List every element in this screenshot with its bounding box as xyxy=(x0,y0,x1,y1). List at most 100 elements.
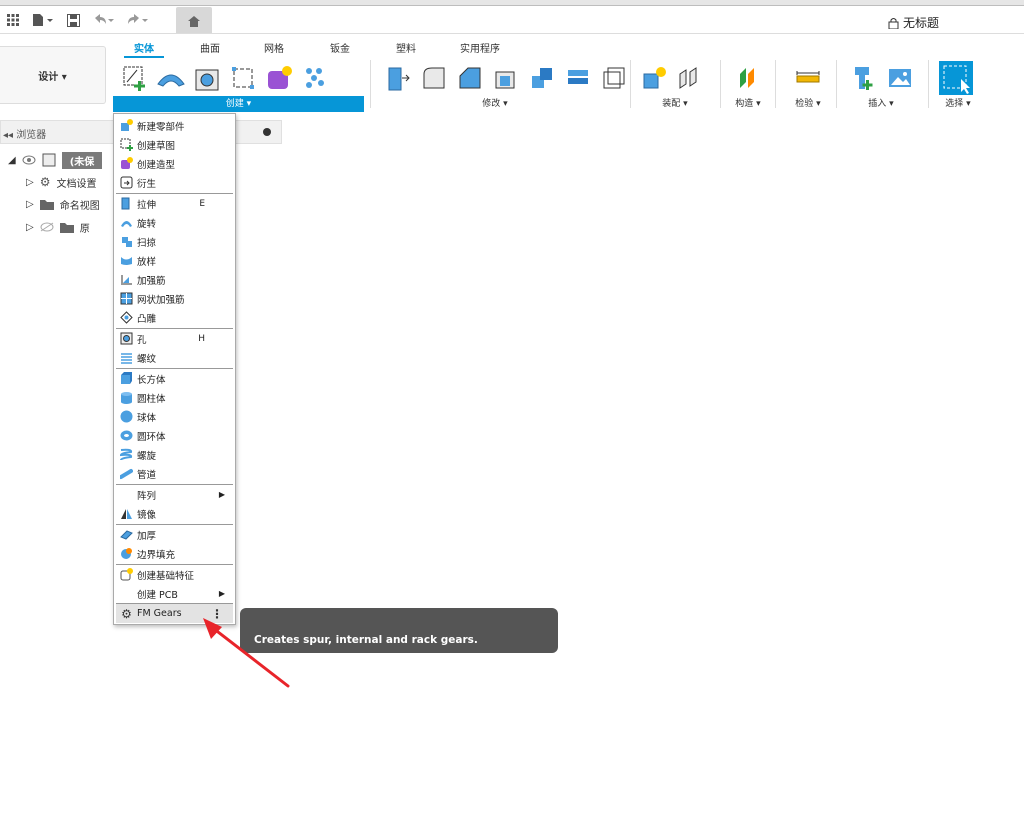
menu-item-cylinder[interactable]: 圆柱体 xyxy=(116,388,233,407)
ribbon-divider xyxy=(836,60,837,108)
press-pull-icon[interactable] xyxy=(380,61,416,95)
menu-item-rib[interactable]: 加强筋 xyxy=(116,270,233,289)
sketch-rectangle-icon[interactable] xyxy=(225,61,261,95)
menu-item-boundary-fill[interactable]: 边界填充 xyxy=(116,544,233,563)
folder-icon xyxy=(59,222,74,233)
menu-item-pattern[interactable]: 阵列 ▶ xyxy=(116,485,233,504)
combine-icon[interactable] xyxy=(524,61,560,95)
menu-item-label: 螺旋 xyxy=(137,450,157,462)
menu-item-coil[interactable]: 螺旋 xyxy=(116,445,233,464)
revolve-tool-icon[interactable] xyxy=(153,61,189,95)
ribbon-divider xyxy=(630,60,631,108)
menu-item-create-form[interactable]: 创建造型 xyxy=(116,154,233,173)
menu-item-thicken[interactable]: 加厚 xyxy=(116,525,233,544)
measure-icon[interactable] xyxy=(790,61,826,95)
menu-item-emboss[interactable]: 凸雕 xyxy=(116,308,233,327)
tab-sheet-metal[interactable]: 钣金 xyxy=(330,40,350,55)
app-grid-icon[interactable] xyxy=(3,10,23,30)
tab-surface[interactable]: 曲面 xyxy=(200,40,220,55)
offset-face-icon[interactable] xyxy=(560,61,596,95)
menu-item-extrude[interactable]: 拉伸 E xyxy=(116,194,233,213)
menu-item-label: 创建 PCB xyxy=(137,589,178,601)
expand-triangle-icon[interactable]: ▷ xyxy=(26,199,34,210)
chamfer-icon[interactable] xyxy=(452,61,488,95)
menu-item-label: 圆柱体 xyxy=(137,393,166,405)
expand-triangle-icon[interactable]: ▷ xyxy=(26,222,34,233)
create-sketch-icon[interactable] xyxy=(117,61,153,95)
modify-dropdown-button[interactable]: 修改 ▾ xyxy=(470,96,520,109)
insert-image-icon[interactable] xyxy=(882,61,918,95)
joint-icon[interactable] xyxy=(672,61,708,95)
menu-item-sphere[interactable]: 球体 xyxy=(116,407,233,426)
menu-item-label: 阵列 xyxy=(137,490,157,502)
menu-item-thread[interactable]: 螺纹 xyxy=(116,348,233,367)
tab-plastic[interactable]: 塑料 xyxy=(396,40,416,55)
browser-pin-icon[interactable] xyxy=(263,128,271,136)
fillet-icon[interactable] xyxy=(416,61,452,95)
file-menu-icon[interactable] xyxy=(29,10,57,30)
scale-icon[interactable] xyxy=(596,61,632,95)
lock-icon xyxy=(888,17,899,29)
browser-root-node[interactable]: ◢ (未保 xyxy=(8,150,103,170)
browser-item-named-views[interactable]: ▷ 命名视图 xyxy=(26,194,100,214)
menu-item-sweep[interactable]: 扫掠 xyxy=(116,232,233,251)
hole-icon xyxy=(119,331,134,346)
submenu-arrow-icon: ▶ xyxy=(218,589,225,598)
tab-solid[interactable]: 实体 xyxy=(124,40,164,58)
inspect-dropdown-button[interactable]: 检验 ▾ xyxy=(786,96,830,109)
browser-title: ◂◂ 浏览器 xyxy=(3,130,47,141)
hole-tool-icon[interactable] xyxy=(189,61,225,95)
home-tab[interactable] xyxy=(176,7,212,35)
annotation-arrow-icon xyxy=(203,618,290,688)
derive-icon xyxy=(119,175,134,190)
menu-item-create-pcb[interactable]: 创建 PCB ▶ xyxy=(116,584,233,603)
visibility-eye-icon[interactable] xyxy=(22,155,36,165)
browser-item-origin[interactable]: ▷ 原 xyxy=(26,217,90,237)
menu-item-create-sketch[interactable]: 创建草图 xyxy=(116,135,233,154)
ribbon-divider xyxy=(928,60,929,108)
expand-triangle-icon[interactable]: ▷ xyxy=(26,177,34,188)
menu-item-label: 镜像 xyxy=(137,509,157,521)
save-icon[interactable] xyxy=(63,10,83,30)
menu-item-revolve[interactable]: 旋转 xyxy=(116,213,233,232)
insert-derive-icon[interactable] xyxy=(846,61,882,95)
construct-dropdown-button[interactable]: 构造 ▾ xyxy=(728,96,768,109)
menu-item-web[interactable]: 网状加强筋 xyxy=(116,289,233,308)
select-dropdown-button[interactable]: 选择 ▾ xyxy=(936,96,980,109)
browser-item-label: 原 xyxy=(79,223,90,235)
new-component-tool-icon[interactable] xyxy=(636,61,672,95)
menu-item-label: 加强筋 xyxy=(137,275,166,287)
menu-item-label: 球体 xyxy=(137,412,157,424)
workspace-design-button[interactable]: 设计 ▾ xyxy=(0,46,106,104)
insert-dropdown-button[interactable]: 插入 ▾ xyxy=(856,96,906,109)
menu-item-box[interactable]: 长方体 xyxy=(116,369,233,388)
tab-utilities[interactable]: 实用程序 xyxy=(460,40,500,55)
select-icon[interactable] xyxy=(938,61,974,95)
menu-item-torus[interactable]: 圆环体 xyxy=(116,426,233,445)
menu-item-pipe[interactable]: 管道 xyxy=(116,464,233,483)
hidden-eye-icon[interactable] xyxy=(40,222,54,232)
undo-icon[interactable] xyxy=(89,10,117,30)
cylinder-icon xyxy=(119,390,134,405)
boundary-fill-icon xyxy=(119,546,134,561)
menu-item-mirror[interactable]: 镜像 xyxy=(116,504,233,523)
menu-item-base-feature[interactable]: 创建基础特征 xyxy=(116,565,233,584)
root-component-label: (未保 xyxy=(61,151,103,169)
menu-item-hole[interactable]: 孔 H xyxy=(116,329,233,348)
create-dropdown-button[interactable]: 创建 ▾ xyxy=(113,96,364,112)
pattern-tool-icon[interactable] xyxy=(297,61,333,95)
document-title: 无标题 xyxy=(888,14,939,31)
base-feature-icon xyxy=(119,567,134,582)
torus-icon xyxy=(119,428,134,443)
shell-icon[interactable] xyxy=(488,61,524,95)
menu-item-derive[interactable]: 衍生 xyxy=(116,173,233,192)
menu-item-new-component[interactable]: 新建零部件 xyxy=(116,116,233,135)
create-form-icon[interactable] xyxy=(261,61,297,95)
offset-plane-icon[interactable] xyxy=(730,61,766,95)
tab-mesh[interactable]: 网格 xyxy=(264,40,284,55)
menu-item-loft[interactable]: 放样 xyxy=(116,251,233,270)
assemble-dropdown-button[interactable]: 装配 ▾ xyxy=(650,96,700,109)
browser-item-document-settings[interactable]: ▷ ⚙ 文档设置 xyxy=(26,172,96,192)
collapse-triangle-icon[interactable]: ◢ xyxy=(8,155,16,166)
redo-icon[interactable] xyxy=(123,10,151,30)
